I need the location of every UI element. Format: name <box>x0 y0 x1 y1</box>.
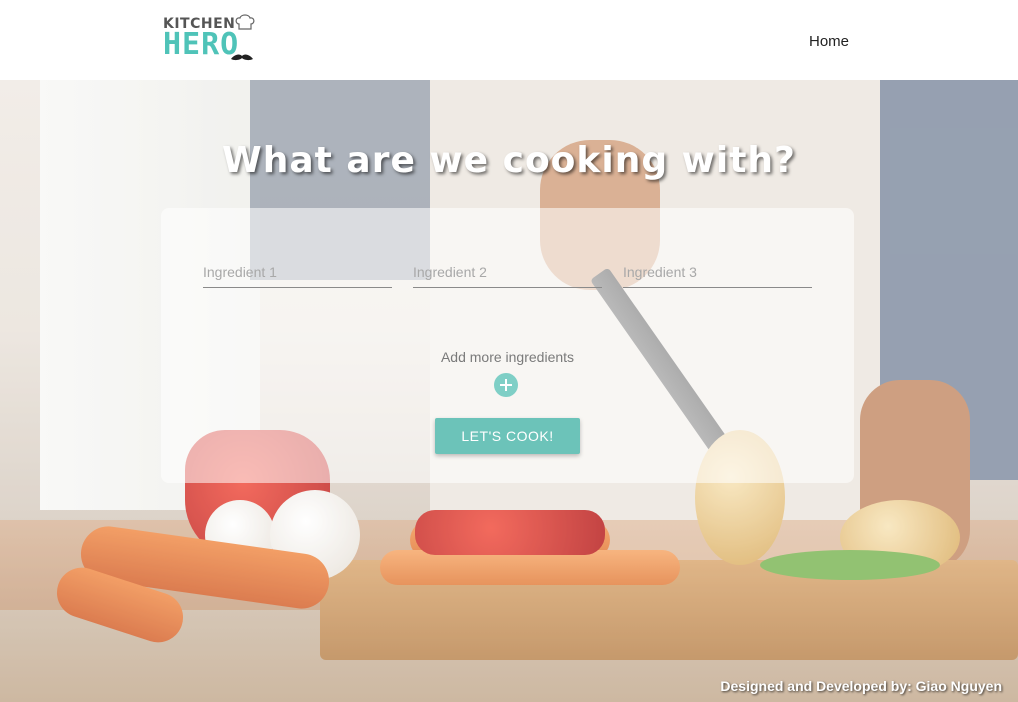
add-more-ingredients-label: Add more ingredients <box>440 349 575 365</box>
site-header: KITCHEN HERO Home <box>0 0 1018 80</box>
lets-cook-button[interactable]: LET'S COOK! <box>435 418 580 454</box>
ingredient-2-input[interactable] <box>413 248 602 288</box>
plus-circle-icon[interactable] <box>494 373 518 397</box>
logo-wordmark-bottom: HERO <box>163 27 240 62</box>
nav-home-link[interactable]: Home <box>809 33 849 50</box>
hero-section: What are we cooking with? Add more ingre… <box>0 80 1018 702</box>
mustache-icon <box>231 54 253 61</box>
ingredients-form: Add more ingredients LET'S COOK! <box>161 208 854 483</box>
ingredient-3-input[interactable] <box>623 248 812 288</box>
hero-title: What are we cooking with? <box>222 140 796 181</box>
footer-credit: Designed and Developed by: Giao Nguyen <box>720 678 1002 694</box>
kitchen-hero-logo[interactable]: KITCHEN HERO <box>163 14 258 64</box>
ingredient-1-input[interactable] <box>203 248 392 288</box>
